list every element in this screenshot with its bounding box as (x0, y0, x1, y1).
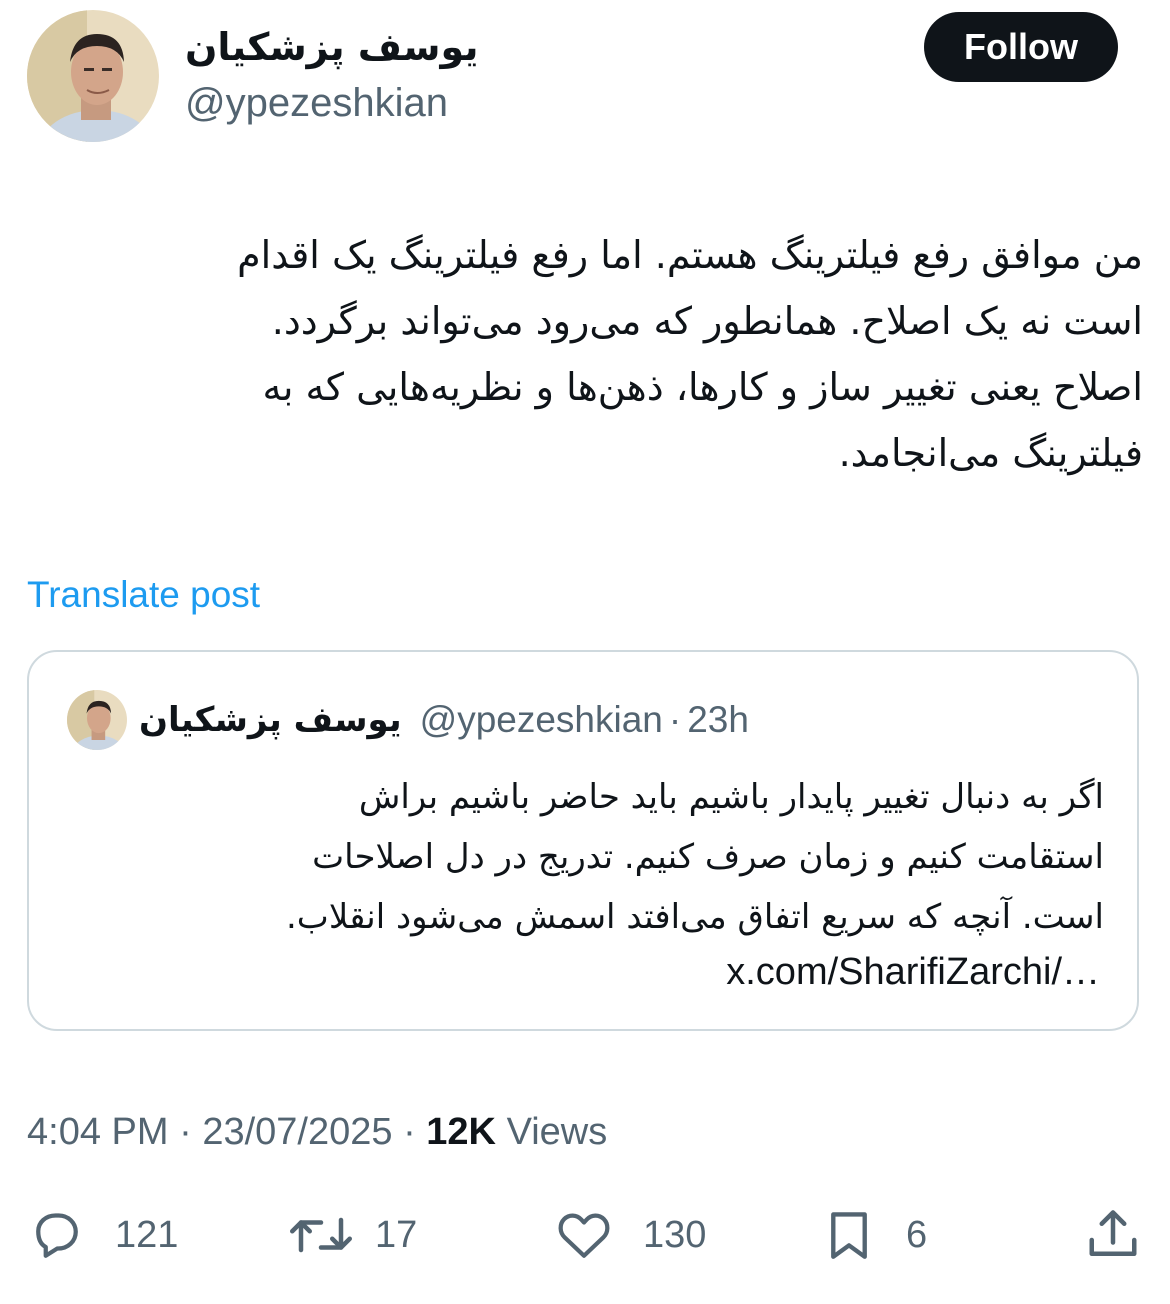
author-avatar[interactable] (27, 10, 159, 142)
meta-separator: · (179, 1111, 192, 1153)
share-icon (1089, 1210, 1137, 1256)
quoted-tweet-text: اگر به دنبال تغییر پایدار باشیم باید حاض… (129, 767, 1104, 947)
tweet-text: من موافق رفع فیلترینگ هستم. اما رفع فیلت… (27, 222, 1143, 486)
quoted-tweet-card[interactable]: یوسف پزشکیان @ypezeshkian · 23h اگر به د… (27, 650, 1139, 1031)
tweet-text-line: است نه یک اصلاح. همانطور که می‌رود می‌تو… (271, 299, 1143, 343)
repost-button[interactable]: 17 (285, 1200, 417, 1270)
author-display-name[interactable]: یوسف پزشکیان (185, 22, 479, 72)
bookmark-icon (831, 1212, 867, 1259)
heart-icon (558, 1213, 610, 1258)
views-count: 12K (426, 1111, 496, 1153)
meta-separator: · (403, 1111, 416, 1153)
translate-post-link[interactable]: Translate post (27, 570, 260, 620)
quoted-link[interactable]: x.com/SharifiZarchi/… (726, 944, 1100, 1000)
quoted-author-handle[interactable]: @ypezeshkian (420, 699, 663, 741)
quoted-timestamp[interactable]: 23h (687, 699, 749, 741)
like-count: 130 (643, 1213, 707, 1256)
tweet-text-line: اصلاح یعنی تغییر ساز و کارها، ذهن‌ها و ن… (262, 365, 1144, 409)
tweet-text-line: من موافق رفع فیلترینگ هستم. اما رفع فیلت… (237, 233, 1143, 277)
quoted-author-avatar[interactable] (67, 690, 127, 750)
action-bar: 121 17 130 6 (0, 1200, 1170, 1270)
author-handle[interactable]: @ypezeshkian (185, 78, 448, 128)
like-button[interactable]: 130 (553, 1200, 706, 1270)
repost-icon (290, 1217, 352, 1253)
quoted-tweet-header: یوسف پزشکیان @ypezeshkian · 23h (139, 694, 749, 746)
quoted-text-line: استقامت کنیم و زمان صرف کنیم. تدریج در د… (312, 837, 1104, 877)
bookmark-count: 6 (906, 1213, 928, 1256)
tweet-meta: 4:04 PM · 23/07/2025 · 12K Views (27, 1106, 607, 1158)
bookmark-button[interactable]: 6 (820, 1200, 927, 1270)
avatar-photo (67, 690, 127, 750)
quoted-separator: · (668, 699, 682, 740)
views-label: Views (506, 1111, 608, 1153)
reply-count: 121 (115, 1213, 179, 1256)
tweet-date[interactable]: 23/07/2025 (202, 1111, 392, 1153)
quoted-author-display-name[interactable]: یوسف پزشکیان (139, 700, 402, 740)
share-button[interactable] (1083, 1200, 1143, 1270)
follow-button[interactable]: Follow (924, 12, 1118, 82)
quoted-text-line: اگر به دنبال تغییر پایدار باشیم باید حاض… (358, 777, 1104, 817)
reply-button[interactable]: 121 (27, 1200, 178, 1270)
avatar-photo (27, 10, 159, 142)
quoted-text-line: است. آنچه که سریع اتفاق می‌افتد اسمش می‌… (286, 897, 1104, 937)
tweet-time[interactable]: 4:04 PM (27, 1111, 169, 1153)
tweet-text-line: فیلترینگ می‌انجامد. (838, 431, 1143, 475)
reply-icon (36, 1213, 78, 1258)
repost-count: 17 (375, 1213, 418, 1256)
